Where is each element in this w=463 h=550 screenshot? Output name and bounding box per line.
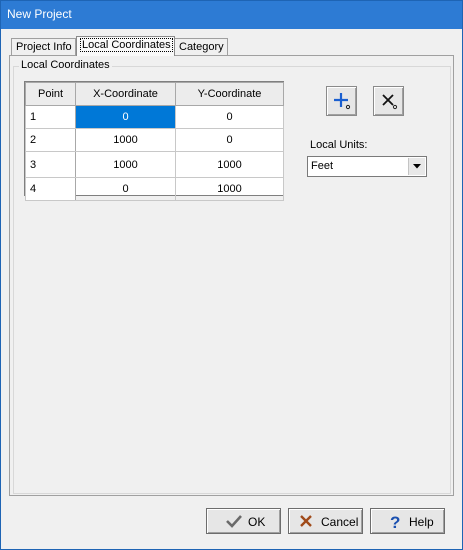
help-question-icon: ?	[390, 514, 400, 530]
column-header-x[interactable]: X-Coordinate	[75, 82, 176, 106]
x-cell[interactable]: 1000	[75, 128, 176, 152]
ok-button[interactable]: OK	[206, 508, 281, 534]
delete-point-button[interactable]	[373, 86, 404, 116]
svg-text:?: ?	[390, 514, 400, 530]
y-cell[interactable]: 1000	[175, 151, 284, 178]
tab-category[interactable]: Category	[174, 38, 228, 55]
delete-point-icon	[382, 94, 398, 110]
x-cell[interactable]: 0	[75, 177, 176, 201]
add-point-icon	[334, 93, 351, 110]
checkmark-icon	[226, 515, 242, 528]
table-row[interactable]: 3 1000 1000	[25, 151, 284, 178]
tab-label: Local Coordinates	[80, 38, 173, 52]
tab-local-coordinates[interactable]: Local Coordinates	[76, 36, 175, 56]
tab-project-info[interactable]: Project Info	[11, 38, 76, 55]
y-cell[interactable]: 1000	[175, 177, 284, 201]
chevron-down-icon	[413, 164, 421, 169]
x-cell[interactable]: 1000	[75, 151, 176, 178]
ok-label: OK	[248, 515, 266, 529]
x-cell[interactable]: 0	[75, 105, 176, 129]
local-units-select[interactable]: Feet	[307, 156, 427, 177]
y-cell[interactable]: 0	[175, 105, 284, 129]
help-label: Help	[409, 515, 434, 529]
group-label: Local Coordinates	[19, 59, 112, 71]
cancel-label: Cancel	[321, 515, 359, 529]
table-row[interactable]: 2 1000 0	[25, 128, 284, 152]
local-units-value: Feet	[311, 160, 334, 172]
coordinates-grid[interactable]: Point X-Coordinate Y-Coordinate 1 0 0 2 …	[24, 81, 284, 201]
dropdown-arrow-button[interactable]	[408, 158, 425, 175]
column-header-point[interactable]: Point	[25, 82, 76, 106]
title-bar[interactable]: New Project	[1, 1, 462, 29]
new-project-dialog: New Project Project Info Category Local …	[0, 0, 463, 550]
point-cell[interactable]: 2	[25, 128, 76, 152]
column-header-y[interactable]: Y-Coordinate	[175, 82, 284, 106]
local-units-label: Local Units:	[310, 139, 368, 151]
window-title: New Project	[7, 7, 72, 21]
point-cell[interactable]: 3	[25, 151, 76, 178]
cancel-x-icon	[300, 515, 312, 527]
table-row[interactable]: 1 0 0	[25, 105, 284, 129]
point-cell[interactable]: 1	[25, 105, 76, 129]
y-cell[interactable]: 0	[175, 128, 284, 152]
point-cell[interactable]: 4	[25, 177, 76, 201]
add-point-button[interactable]	[326, 86, 357, 116]
table-row[interactable]: 4 0 1000	[25, 177, 284, 201]
tab-label: Category	[179, 41, 224, 53]
cancel-button[interactable]: Cancel	[288, 508, 363, 534]
help-button[interactable]: ? Help	[370, 508, 445, 534]
tab-label: Project Info	[16, 41, 72, 53]
